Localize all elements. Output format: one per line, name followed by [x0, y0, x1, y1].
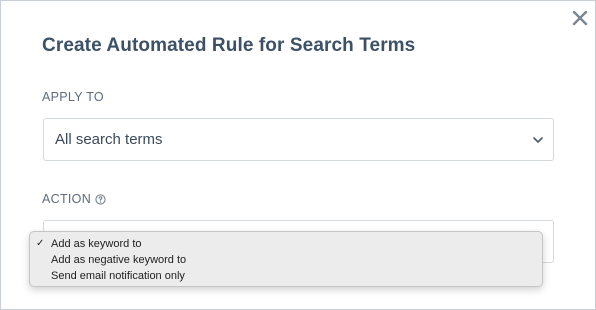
- apply-to-label: APPLY TO: [42, 90, 104, 104]
- dropdown-option-send-email[interactable]: Send email notification only: [30, 268, 542, 284]
- apply-to-selected-value: All search terms: [55, 131, 163, 148]
- dropdown-option-add-negative-keyword[interactable]: Add as negative keyword to: [30, 252, 542, 268]
- chevron-down-icon: [533, 136, 543, 143]
- automated-rule-dialog: Create Automated Rule for Search Terms A…: [0, 0, 596, 310]
- option-label: Add as negative keyword to: [51, 254, 187, 266]
- action-dropdown-menu: ✓ Add as keyword to Add as negative keyw…: [29, 231, 543, 287]
- apply-to-select[interactable]: All search terms: [43, 118, 554, 161]
- dropdown-option-add-keyword[interactable]: ✓ Add as keyword to: [30, 236, 542, 252]
- action-label: ACTION: [42, 192, 106, 206]
- dialog-title: Create Automated Rule for Search Terms: [42, 35, 416, 56]
- close-icon[interactable]: [569, 7, 591, 29]
- help-circle-icon[interactable]: [95, 193, 106, 205]
- action-label-text: ACTION: [42, 192, 92, 206]
- option-label: Add as keyword to: [51, 238, 142, 250]
- option-label: Send email notification only: [51, 270, 185, 282]
- apply-to-label-text: APPLY TO: [42, 90, 104, 104]
- checkmark-icon: ✓: [36, 238, 45, 249]
